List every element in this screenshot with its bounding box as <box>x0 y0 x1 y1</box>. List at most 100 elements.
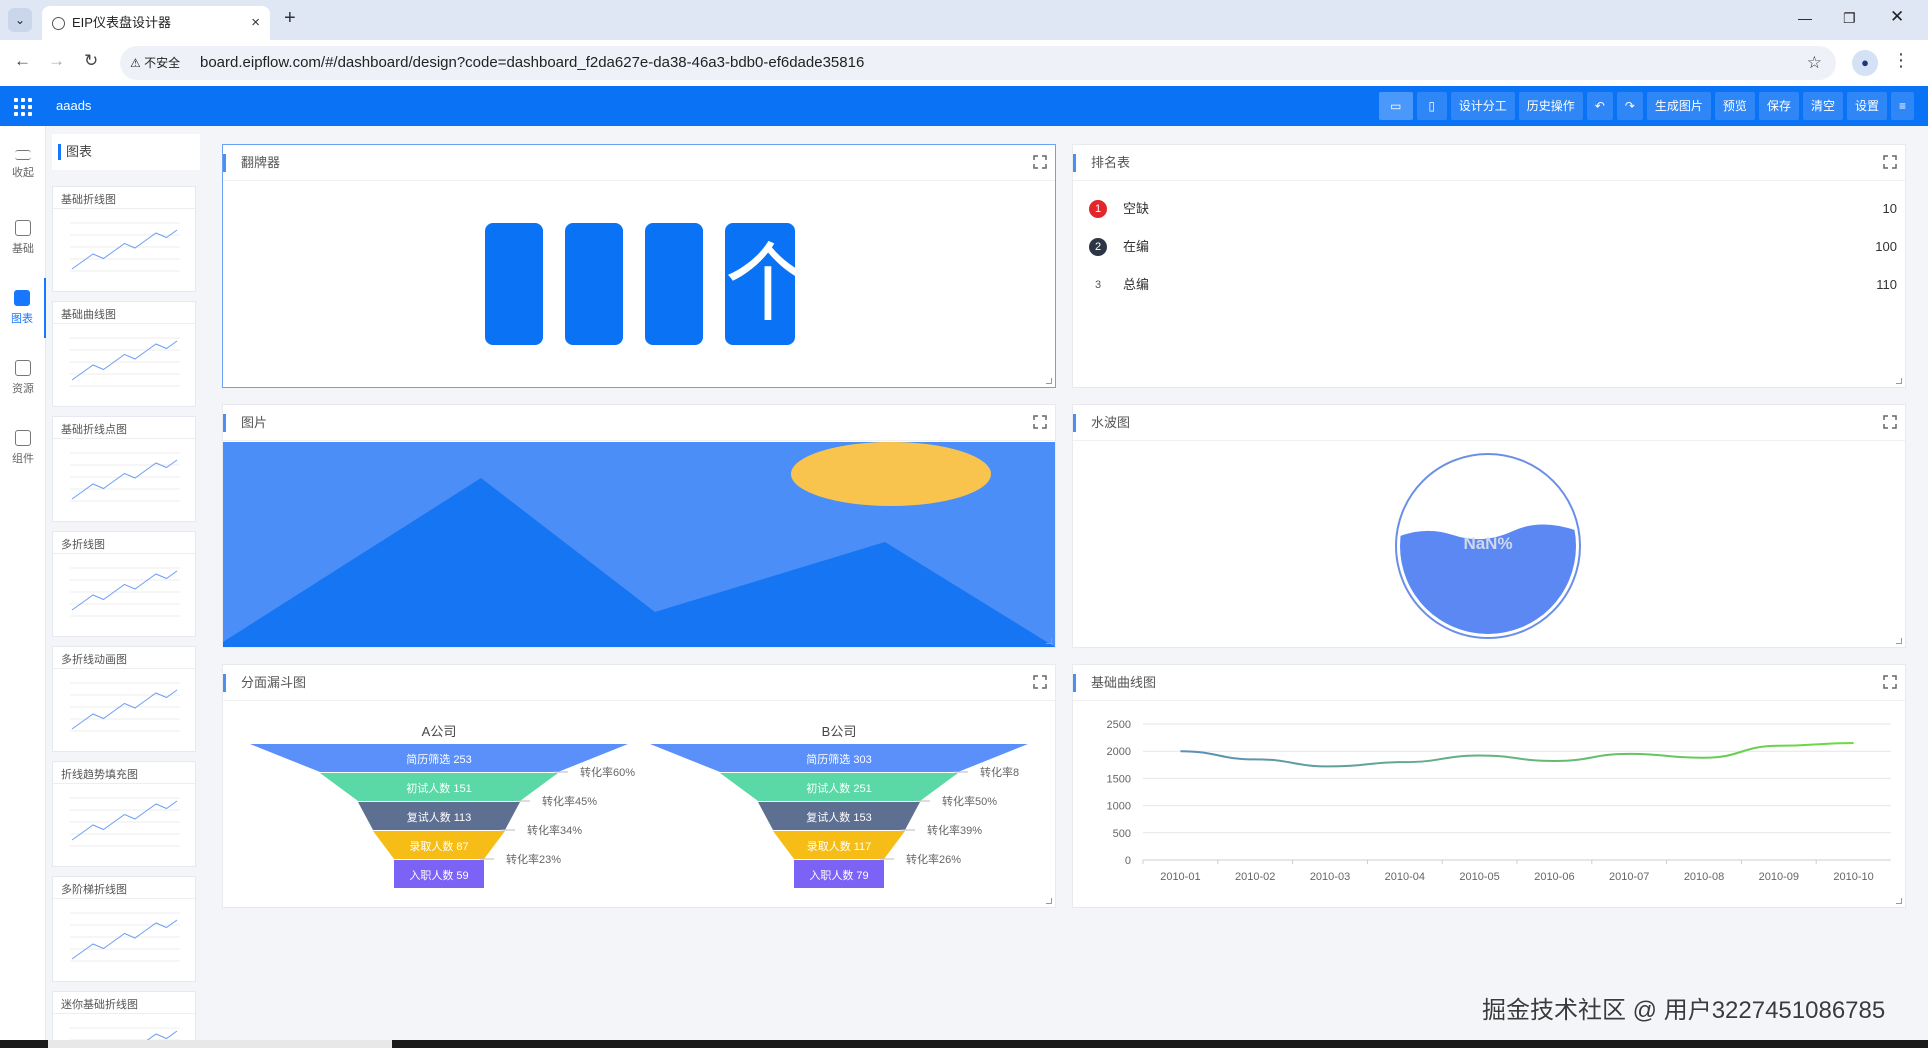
tab-list-icon[interactable]: ⌄ <box>8 8 32 32</box>
funnel-chart: A公司简历筛选 253 转化率60% 初试人数 151 转化率45% 复试人数 113 转… <box>250 724 1028 888</box>
library-card[interactable]: 折线趋势填充图 <box>52 761 196 867</box>
panel-title: 排名表 <box>1073 145 1905 181</box>
y-tick-label: 0 <box>1125 855 1131 867</box>
panel-flip-counter[interactable]: 翻牌器 个 <box>222 144 1056 388</box>
fullscreen-icon[interactable] <box>1883 155 1897 169</box>
library-card[interactable]: 基础折线点图 <box>52 416 196 522</box>
forward-icon[interactable]: → <box>48 51 65 71</box>
funnel-stage-label: 入职人数 79 <box>809 869 868 882</box>
browser-tab[interactable]: EIP仪表盘设计器 × <box>42 6 270 40</box>
panel-funnel[interactable]: 分面漏斗图 A公司 简历筛选 253 转化率60% 初试人数 151 转化率45% 复试人… <box>222 664 1056 908</box>
fullscreen-icon[interactable] <box>1033 415 1047 429</box>
fullscreen-icon[interactable] <box>1033 675 1047 689</box>
rail-item-collapse[interactable]: 收起 <box>0 138 46 198</box>
left-rail: 收起 基础 图表 资源 组件 <box>0 126 46 1040</box>
profile-avatar-icon[interactable]: ● <box>1852 50 1878 76</box>
back-icon[interactable]: ← <box>14 51 31 71</box>
fullscreen-icon[interactable] <box>1033 155 1047 169</box>
resize-handle[interactable] <box>1046 378 1052 384</box>
save-button[interactable]: 保存 <box>1758 92 1799 120</box>
undo-icon[interactable]: ↶ <box>1586 92 1613 120</box>
rank-row: 1 空缺 10 <box>1089 194 1897 224</box>
funnel-stage-label: 录取人数 87 <box>409 840 468 853</box>
panel-curve[interactable]: 基础曲线图 2500 2000 1500 1000 500 0 2010-01 2010-02… <box>1072 664 1906 908</box>
collapse-icon <box>15 150 31 160</box>
mobile-view-icon[interactable]: ▯ <box>1416 92 1447 120</box>
x-tick-label: 2010-09 <box>1759 871 1799 883</box>
resize-handle[interactable] <box>1896 378 1902 384</box>
panel-title: 分面漏斗图 <box>223 665 1055 701</box>
x-tick-label: 2010-10 <box>1833 871 1873 883</box>
placeholder-image <box>223 442 1055 647</box>
chart-thumbnail <box>70 912 180 962</box>
generate-image-button[interactable]: 生成图片 <box>1646 92 1711 120</box>
reload-icon[interactable]: ↻ <box>84 51 98 71</box>
funnel-stage-label: 初试人数 151 <box>406 781 471 795</box>
x-tick-label: 2010-01 <box>1160 871 1200 883</box>
y-tick-label: 500 <box>1113 828 1131 840</box>
apps-grid-icon[interactable] <box>14 98 32 116</box>
new-tab-button[interactable]: + <box>284 7 296 30</box>
liquid-value: NaN% <box>1463 534 1512 553</box>
dashboard-name: aaads <box>56 98 92 113</box>
panel-rank-table[interactable]: 排名表 1 空缺 10 2 在编 100 3 总编 110 <box>1072 144 1906 388</box>
library-card-title: 折线趋势填充图 <box>53 762 195 784</box>
rank-row: 2 在编 100 <box>1089 232 1897 262</box>
resize-handle[interactable] <box>1046 638 1052 644</box>
x-tick-label: 2010-03 <box>1310 871 1350 883</box>
resize-handle[interactable] <box>1896 898 1902 904</box>
panel-image[interactable]: 图片 <box>222 404 1056 648</box>
redo-icon[interactable]: ↷ <box>1616 92 1643 120</box>
close-window-icon[interactable]: ✕ <box>1890 7 1904 27</box>
design-division-button[interactable]: 设计分工 <box>1450 92 1515 120</box>
preview-button[interactable]: 预览 <box>1714 92 1755 120</box>
rail-item-basic[interactable]: 基础 <box>0 208 46 268</box>
toolbar: ▭ ▯ 设计分工 历史操作 ↶ ↷ 生成图片 预览 保存 清空 设置 ≡ <box>1378 92 1914 120</box>
funnel-rate-label: 转化率60% <box>580 765 635 779</box>
chart-thumbnail <box>70 797 180 847</box>
rank-value: 10 <box>1882 201 1897 216</box>
x-tick-label: 2010-04 <box>1385 871 1425 883</box>
library-card[interactable]: 迷你基础折线图 <box>52 991 196 1040</box>
minimize-icon[interactable]: — <box>1798 10 1812 26</box>
fullscreen-icon[interactable] <box>1883 675 1897 689</box>
library-card-title: 基础曲线图 <box>53 302 195 324</box>
library-card[interactable]: 基础折线图 <box>52 186 196 292</box>
rail-item-chart[interactable]: 图表 <box>0 278 46 338</box>
rail-item-resource[interactable]: 资源 <box>0 348 46 408</box>
resize-handle[interactable] <box>1046 898 1052 904</box>
funnel-stage-label: 复试人数 113 <box>407 810 472 824</box>
panel-liquid[interactable]: 水波图 NaN% <box>1072 404 1906 648</box>
rank-value: 100 <box>1875 239 1897 254</box>
clear-button[interactable]: 清空 <box>1802 92 1843 120</box>
library-header: 图表 <box>52 134 200 170</box>
browser-menu-icon[interactable]: ⋮ <box>1892 50 1910 71</box>
fullscreen-icon[interactable] <box>1883 415 1897 429</box>
library-card[interactable]: 多阶梯折线图 <box>52 876 196 982</box>
resize-handle[interactable] <box>1896 638 1902 644</box>
library-card[interactable]: 多折线图 <box>52 531 196 637</box>
close-tab-icon[interactable]: × <box>251 6 260 40</box>
rank-row: 3 总编 110 <box>1089 270 1897 300</box>
restore-icon[interactable]: ❐ <box>1843 10 1856 27</box>
address-bar: ← → ↻ ⚠ 不安全 board.eipflow.com/#/dashboar… <box>0 40 1928 86</box>
not-secure-badge[interactable]: ⚠ 不安全 <box>130 46 180 80</box>
funnel-rate-label: 转化率23% <box>506 852 561 866</box>
history-button[interactable]: 历史操作 <box>1518 92 1583 120</box>
globe-icon <box>52 17 65 30</box>
menu-icon[interactable]: ≡ <box>1890 92 1914 120</box>
y-tick-label: 1500 <box>1107 773 1131 785</box>
url-input[interactable]: ⚠ 不安全 board.eipflow.com/#/dashboard/desi… <box>120 46 1836 80</box>
library-card[interactable]: 多折线动画图 <box>52 646 196 752</box>
funnel-rate-label: 转化率45% <box>542 794 597 808</box>
funnel-stage-label: 入职人数 59 <box>409 869 468 882</box>
settings-button[interactable]: 设置 <box>1846 92 1887 120</box>
basic-icon <box>15 220 31 236</box>
library-card[interactable]: 基础曲线图 <box>52 301 196 407</box>
bookmark-star-icon[interactable]: ☆ <box>1807 46 1822 80</box>
tab-title: EIP仪表盘设计器 <box>72 15 171 30</box>
funnel-stage-label: 简历筛选 303 <box>806 752 871 766</box>
funnel-title: B公司 <box>822 724 857 739</box>
rail-item-component[interactable]: 组件 <box>0 418 46 478</box>
desktop-view-icon[interactable]: ▭ <box>1378 92 1413 120</box>
